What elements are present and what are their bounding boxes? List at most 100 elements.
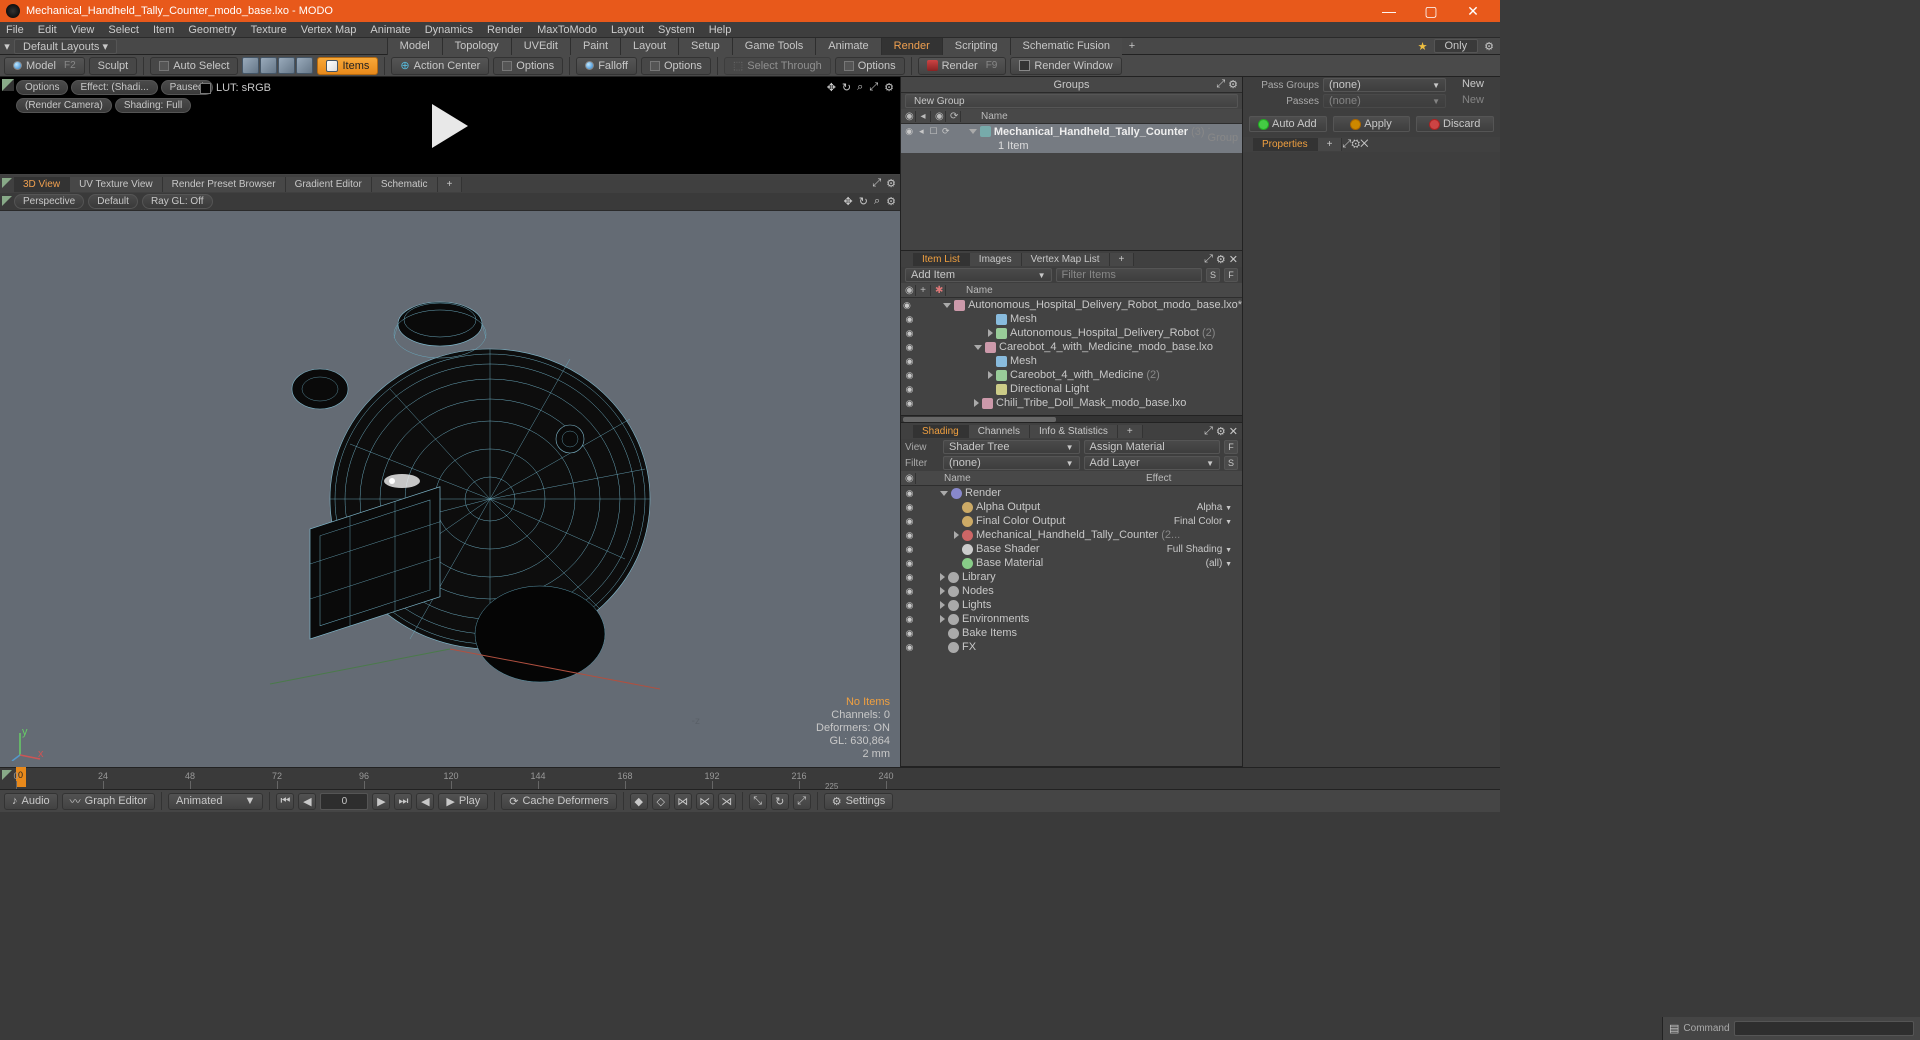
panel-tab[interactable]: Vertex Map List [1022, 253, 1110, 266]
menu-texture[interactable]: Texture [251, 24, 287, 36]
key-icon[interactable]: ⋉ [696, 793, 714, 810]
panel-tab[interactable]: Item List [913, 253, 970, 266]
run-col-icon[interactable]: ✱ [931, 285, 946, 296]
shader-row[interactable]: ◉Final Color OutputFinal Color ▼ [901, 514, 1242, 528]
expand-triangle-icon[interactable] [969, 129, 977, 134]
audio-button[interactable]: ♪Audio [4, 793, 58, 810]
menu-maxtomodo[interactable]: MaxToModo [537, 24, 597, 36]
menu-edit[interactable]: Edit [38, 24, 57, 36]
layout-tab-animate[interactable]: Animate [815, 38, 880, 55]
maximize-button[interactable]: ▢ [1410, 0, 1452, 22]
falloff-button[interactable]: Falloff [576, 57, 637, 75]
expand-icon[interactable]: ⤢ [1204, 253, 1213, 266]
name-column[interactable]: Name [961, 111, 1242, 122]
menu-vertexmap[interactable]: Vertex Map [301, 24, 357, 36]
list-item[interactable]: ◉Mesh [901, 312, 1242, 326]
shader-row[interactable]: ◉Lights [901, 598, 1242, 612]
layout-tab-layout[interactable]: Layout [620, 38, 678, 55]
col-icon[interactable]: ◂ [916, 111, 931, 122]
items-mode-button[interactable]: Items [317, 57, 378, 75]
close-icon[interactable]: ✕ [1229, 253, 1238, 266]
menu-geometry[interactable]: Geometry [188, 24, 236, 36]
list-item[interactable]: ◉Directional Light [901, 382, 1242, 396]
preview-options[interactable]: Options [16, 80, 68, 95]
shader-row[interactable]: ◉Render [901, 486, 1242, 500]
move-icon[interactable]: ✥ [844, 195, 853, 208]
s-button[interactable]: S [1206, 268, 1220, 282]
play-reverse-icon[interactable]: ◀ [416, 793, 434, 810]
apply-button[interactable]: Apply [1333, 116, 1411, 132]
panel-corner-icon[interactable] [2, 178, 12, 188]
settings-button[interactable]: ⚙Settings [824, 793, 894, 810]
add-tab[interactable]: + [1110, 253, 1135, 266]
preview-shading[interactable]: Shading: Full [115, 98, 191, 113]
expand-icon[interactable]: ⤢ [1342, 138, 1351, 150]
layout-tab-schematicfusion[interactable]: Schematic Fusion [1010, 38, 1122, 55]
model-mode-button[interactable]: ModelF2 [4, 57, 85, 75]
expand-triangle-icon[interactable] [940, 491, 948, 496]
plus-col-icon[interactable]: + [916, 285, 931, 296]
options-button-2[interactable]: Options [641, 57, 711, 75]
render-button[interactable]: RenderF9 [918, 57, 1007, 75]
add-layout-tab[interactable]: + [1122, 40, 1142, 52]
actioncenter-button[interactable]: ⊕Action Center [391, 57, 489, 75]
close-button[interactable]: ✕ [1452, 0, 1494, 22]
gear-icon[interactable]: ⚙ [886, 177, 896, 190]
tool-icon[interactable]: ⤡ [749, 793, 767, 810]
grapheditor-button[interactable]: 〰Graph Editor [62, 793, 155, 810]
properties-tab[interactable]: Properties [1253, 138, 1318, 151]
layout-tab-gametools[interactable]: Game Tools [732, 38, 816, 55]
tool-icon[interactable]: ↻ [771, 793, 789, 810]
f-button[interactable]: F [1224, 268, 1238, 282]
minimize-button[interactable]: — [1368, 0, 1410, 22]
edge-mode-icon[interactable] [260, 57, 277, 74]
view-tab[interactable]: 3D View [14, 177, 70, 192]
autoadd-button[interactable]: Auto Add [1249, 116, 1327, 132]
animated-dropdown[interactable]: Animated▼ [168, 793, 263, 810]
panel-corner-icon[interactable] [2, 79, 14, 91]
menu-dynamics[interactable]: Dynamics [425, 24, 473, 36]
view-tab[interactable]: Gradient Editor [286, 177, 372, 192]
eye-col-icon[interactable]: ◉ [901, 111, 916, 122]
perspective-dropdown[interactable]: Perspective [14, 194, 84, 209]
eye-col-icon[interactable]: ◉ [901, 285, 916, 296]
filter-input[interactable]: Filter Items [1056, 268, 1203, 282]
gear-icon[interactable]: ⚙ [1351, 138, 1360, 150]
frame-field[interactable]: 0 [320, 793, 368, 810]
shader-row[interactable]: ◉Base ShaderFull Shading ▼ [901, 542, 1242, 556]
history-icon[interactable]: ▤ [1669, 1022, 1679, 1035]
menu-view[interactable]: View [71, 24, 95, 36]
menu-help[interactable]: Help [709, 24, 732, 36]
options-button-1[interactable]: Options [493, 57, 563, 75]
layout-tab-model[interactable]: Model [387, 38, 442, 55]
name-column[interactable]: Name [946, 285, 1242, 296]
move-icon[interactable]: ✥ [827, 81, 836, 94]
star-icon[interactable]: ★ [1418, 40, 1428, 53]
new-pass-button[interactable]: New [1450, 94, 1496, 108]
panel-corner-icon[interactable] [2, 196, 12, 206]
gear-icon[interactable]: ⚙ [1216, 253, 1226, 266]
key-icon[interactable]: ◇ [652, 793, 670, 810]
vertex-mode-icon[interactable] [242, 57, 259, 74]
gear-icon[interactable]: ⚙ [884, 81, 894, 94]
search-icon[interactable]: ⌕ [857, 81, 863, 94]
panel-tab[interactable]: Channels [969, 425, 1030, 438]
passgroups-dropdown[interactable]: (none)▼ [1323, 78, 1446, 92]
shader-row[interactable]: ◉Alpha OutputAlpha ▼ [901, 500, 1242, 514]
goto-start-icon[interactable]: ⏮ [276, 793, 294, 810]
list-item[interactable]: ◉Autonomous_Hospital_Delivery_Robot_modo… [901, 298, 1242, 312]
menu-item[interactable]: Item [153, 24, 174, 36]
list-item[interactable]: ◉Careobot_4_with_Medicine(2) [901, 368, 1242, 382]
expand-triangle-icon[interactable] [954, 531, 959, 539]
col-icon[interactable]: ⟳ [946, 111, 961, 122]
layout-dropdown-icon[interactable]: ▾ [0, 40, 14, 53]
autoselect-button[interactable]: Auto Select [150, 57, 238, 75]
lut-toggle[interactable]: LUT: sRGB [200, 82, 271, 94]
group-subrow[interactable]: 1 Item [901, 139, 1242, 153]
list-item[interactable]: ◉Autonomous_Hospital_Delivery_Robot(2) [901, 326, 1242, 340]
expand-triangle-icon[interactable] [974, 399, 979, 407]
goto-end-icon[interactable]: ⏭ [394, 793, 412, 810]
timeline[interactable]: 024487296120144168192216240225 [0, 767, 1500, 789]
list-item[interactable]: ◉Mesh [901, 354, 1242, 368]
raygl-dropdown[interactable]: Ray GL: Off [142, 194, 213, 209]
